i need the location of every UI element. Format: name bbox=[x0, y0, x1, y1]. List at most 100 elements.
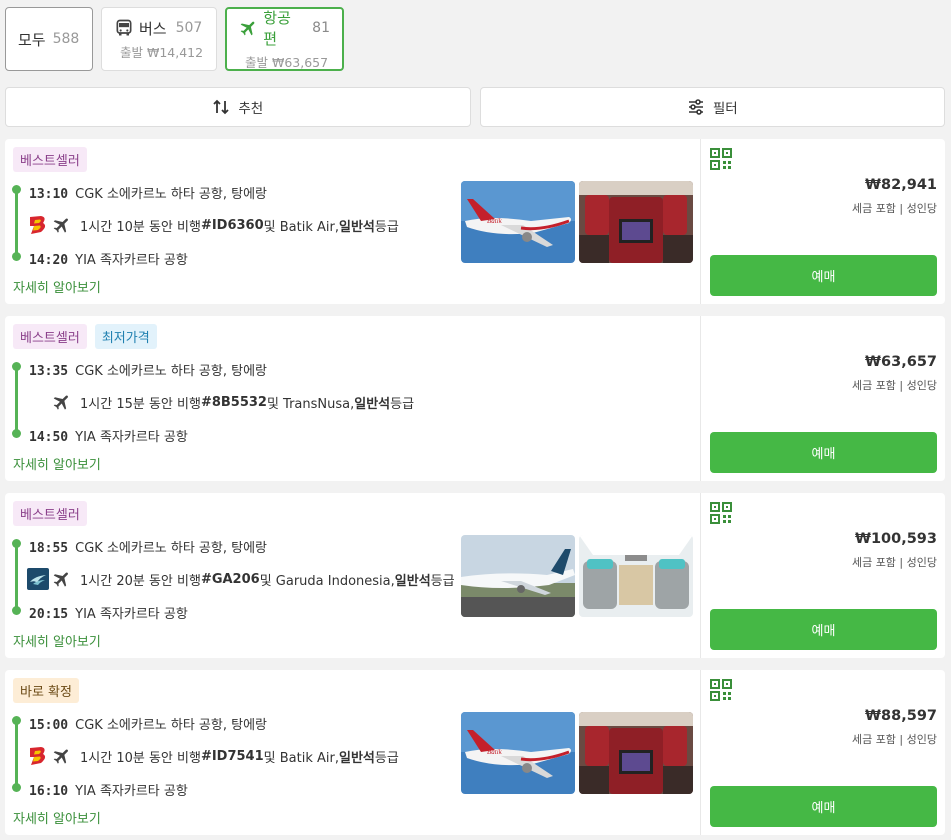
arrival: 14:50 YIA 족자카르타 공항 bbox=[29, 426, 188, 445]
result-card: 베스트셀러 18:55 CGK 소에카르노 하타 공항, 탕에랑 1시간 20분 … bbox=[5, 493, 945, 658]
sort-button[interactable]: 추천 bbox=[5, 87, 471, 127]
plane-icon bbox=[52, 215, 72, 235]
departure: 13:10 CGK 소에카르노 하타 공항, 탕에랑 bbox=[29, 183, 267, 202]
arrival-time: 16:10 bbox=[29, 784, 69, 799]
route-line bbox=[15, 365, 18, 433]
departure-time: 13:10 bbox=[29, 187, 69, 202]
arrival-dot bbox=[12, 783, 21, 792]
arrival-time: 14:20 bbox=[29, 253, 69, 268]
arrival-place: YIA 족자카르타 공항 bbox=[75, 430, 188, 445]
tab-flight-price: 출발 ₩63,657 bbox=[245, 55, 329, 70]
flight-number: #GA206 bbox=[200, 571, 260, 587]
price: ₩63,657 bbox=[865, 354, 937, 370]
tab-all[interactable]: 모두 588 bbox=[5, 7, 93, 71]
tab-bus-label: 버스 bbox=[139, 19, 167, 38]
cabin-class: 일반석 bbox=[354, 396, 391, 412]
price-panel: ₩82,941 세금 포함 | 성인당 예매 bbox=[701, 139, 945, 304]
flight-duration: 1시간 20분 동안 비행 bbox=[80, 573, 201, 589]
itinerary: 베스트셀러 18:55 CGK 소에카르노 하타 공항, 탕에랑 1시간 20분 … bbox=[5, 493, 701, 658]
aircraft-photo[interactable] bbox=[461, 535, 575, 617]
details-link[interactable]: 자세히 알아보기 bbox=[13, 454, 101, 473]
departure-dot bbox=[12, 185, 21, 194]
plane-icon bbox=[239, 18, 258, 38]
book-button[interactable]: 예매 bbox=[710, 255, 937, 296]
departure-dot bbox=[12, 362, 21, 371]
flight-info: 1시간 20분 동안 비행 #GA206 및 Garuda Indonesia,… bbox=[27, 568, 455, 590]
plane-icon bbox=[52, 746, 72, 766]
cabin-photo[interactable] bbox=[579, 181, 693, 263]
departure: 15:00 CGK 소에카르노 하타 공항, 탕에랑 bbox=[29, 714, 267, 733]
lowest-price-badge: 최저가격 bbox=[94, 324, 157, 349]
airline-logo-placeholder bbox=[27, 391, 49, 413]
qr-code-icon bbox=[710, 502, 732, 524]
tab-flight-count: 81 bbox=[312, 20, 330, 36]
flight-info: 1시간 10분 동안 비행 #ID7541 및 Batik Air, 일반석 등급 bbox=[27, 745, 399, 767]
details-link[interactable]: 자세히 알아보기 bbox=[13, 277, 101, 296]
details-link[interactable]: 자세히 알아보기 bbox=[13, 808, 101, 827]
aircraft-photo[interactable] bbox=[461, 712, 575, 794]
tax-note: 세금 포함 | 성인당 bbox=[851, 733, 937, 746]
tab-flight[interactable]: 항공편 81 출발 ₩63,657 bbox=[225, 7, 344, 71]
cabin-photo[interactable] bbox=[579, 535, 693, 617]
sort-label: 추천 bbox=[238, 101, 264, 117]
plane-icon bbox=[52, 392, 72, 412]
price-panel: ₩88,597 세금 포함 | 성인당 예매 bbox=[701, 670, 945, 835]
arrival-place: YIA 족자카르타 공항 bbox=[75, 784, 188, 799]
airline-name: 및 Batik Air, bbox=[263, 750, 339, 766]
sort-icon bbox=[213, 99, 229, 115]
book-button[interactable]: 예매 bbox=[710, 609, 937, 650]
badges: 베스트셀러 bbox=[13, 501, 87, 526]
tax-note: 세금 포함 | 성인당 bbox=[851, 379, 937, 392]
route-line bbox=[15, 719, 18, 787]
cabin-suffix: 등급 bbox=[430, 573, 455, 589]
flight-info: 1시간 15분 동안 비행 #8B5532 및 TransNusa, 일반석 등급 bbox=[27, 391, 414, 413]
tab-all-label: 모두 bbox=[18, 30, 46, 49]
arrival-place: YIA 족자카르타 공항 bbox=[75, 607, 188, 622]
badges: 바로 확정 bbox=[13, 678, 79, 703]
tax-note: 세금 포함 | 성인당 bbox=[851, 202, 937, 215]
sort-filter-bar: 추천 필터 bbox=[5, 87, 945, 127]
price: ₩88,597 bbox=[865, 708, 937, 724]
transport-tabs: 모두 588 버스 507 출발 ₩14,412 항공편 81 출발 ₩63,6… bbox=[5, 7, 344, 71]
book-button[interactable]: 예매 bbox=[710, 786, 937, 827]
arrival-dot bbox=[12, 429, 21, 438]
price: ₩100,593 bbox=[854, 531, 937, 547]
departure-place: CGK 소에카르노 하타 공항, 탕에랑 bbox=[75, 187, 267, 202]
airline-name: 및 Garuda Indonesia, bbox=[259, 573, 395, 589]
filter-button[interactable]: 필터 bbox=[479, 87, 945, 127]
price: ₩82,941 bbox=[865, 177, 937, 193]
itinerary: 베스트셀러 최저가격 13:35 CGK 소에카르노 하타 공항, 탕에랑 1시간… bbox=[5, 316, 701, 481]
result-card: 베스트셀러 13:10 CGK 소에카르노 하타 공항, 탕에랑 1시간 10분 … bbox=[5, 139, 945, 304]
qr-code-icon bbox=[710, 679, 732, 701]
arrival-time: 14:50 bbox=[29, 430, 69, 445]
flight-duration: 1시간 10분 동안 비행 bbox=[80, 750, 201, 766]
details-link[interactable]: 자세히 알아보기 bbox=[13, 631, 101, 650]
aircraft-photo[interactable] bbox=[461, 181, 575, 263]
tax-note: 세금 포함 | 성인당 bbox=[851, 556, 937, 569]
tab-all-count: 588 bbox=[52, 31, 80, 47]
bestseller-badge: 베스트셀러 bbox=[13, 324, 87, 349]
cabin-photo[interactable] bbox=[579, 712, 693, 794]
departure: 13:35 CGK 소에카르노 하타 공항, 탕에랑 bbox=[29, 360, 267, 379]
route-line bbox=[15, 542, 18, 610]
qr-code-icon bbox=[710, 148, 732, 170]
airline-name: 및 Batik Air, bbox=[263, 219, 339, 235]
arrival: 14:20 YIA 족자카르타 공항 bbox=[29, 249, 188, 268]
tab-bus[interactable]: 버스 507 출발 ₩14,412 bbox=[101, 7, 217, 71]
itinerary: 베스트셀러 13:10 CGK 소에카르노 하타 공항, 탕에랑 1시간 10분 … bbox=[5, 139, 701, 304]
book-button[interactable]: 예매 bbox=[710, 432, 937, 473]
price-panel: ₩63,657 세금 포함 | 성인당 예매 bbox=[701, 316, 945, 481]
bus-icon bbox=[116, 19, 132, 36]
garuda-logo-icon bbox=[27, 568, 49, 590]
itinerary: 바로 확정 15:00 CGK 소에카르노 하타 공항, 탕에랑 1시간 10분 … bbox=[5, 670, 701, 835]
departure-time: 13:35 bbox=[29, 364, 69, 379]
tab-bus-count: 507 bbox=[175, 20, 203, 36]
departure-dot bbox=[12, 716, 21, 725]
flight-number: #ID6360 bbox=[200, 217, 264, 233]
batik-air-logo-icon bbox=[27, 214, 49, 236]
cabin-suffix: 등급 bbox=[374, 750, 399, 766]
cabin-class: 일반석 bbox=[338, 750, 375, 766]
badges: 베스트셀러 bbox=[13, 147, 87, 172]
plane-icon bbox=[52, 569, 72, 589]
arrival-dot bbox=[12, 606, 21, 615]
